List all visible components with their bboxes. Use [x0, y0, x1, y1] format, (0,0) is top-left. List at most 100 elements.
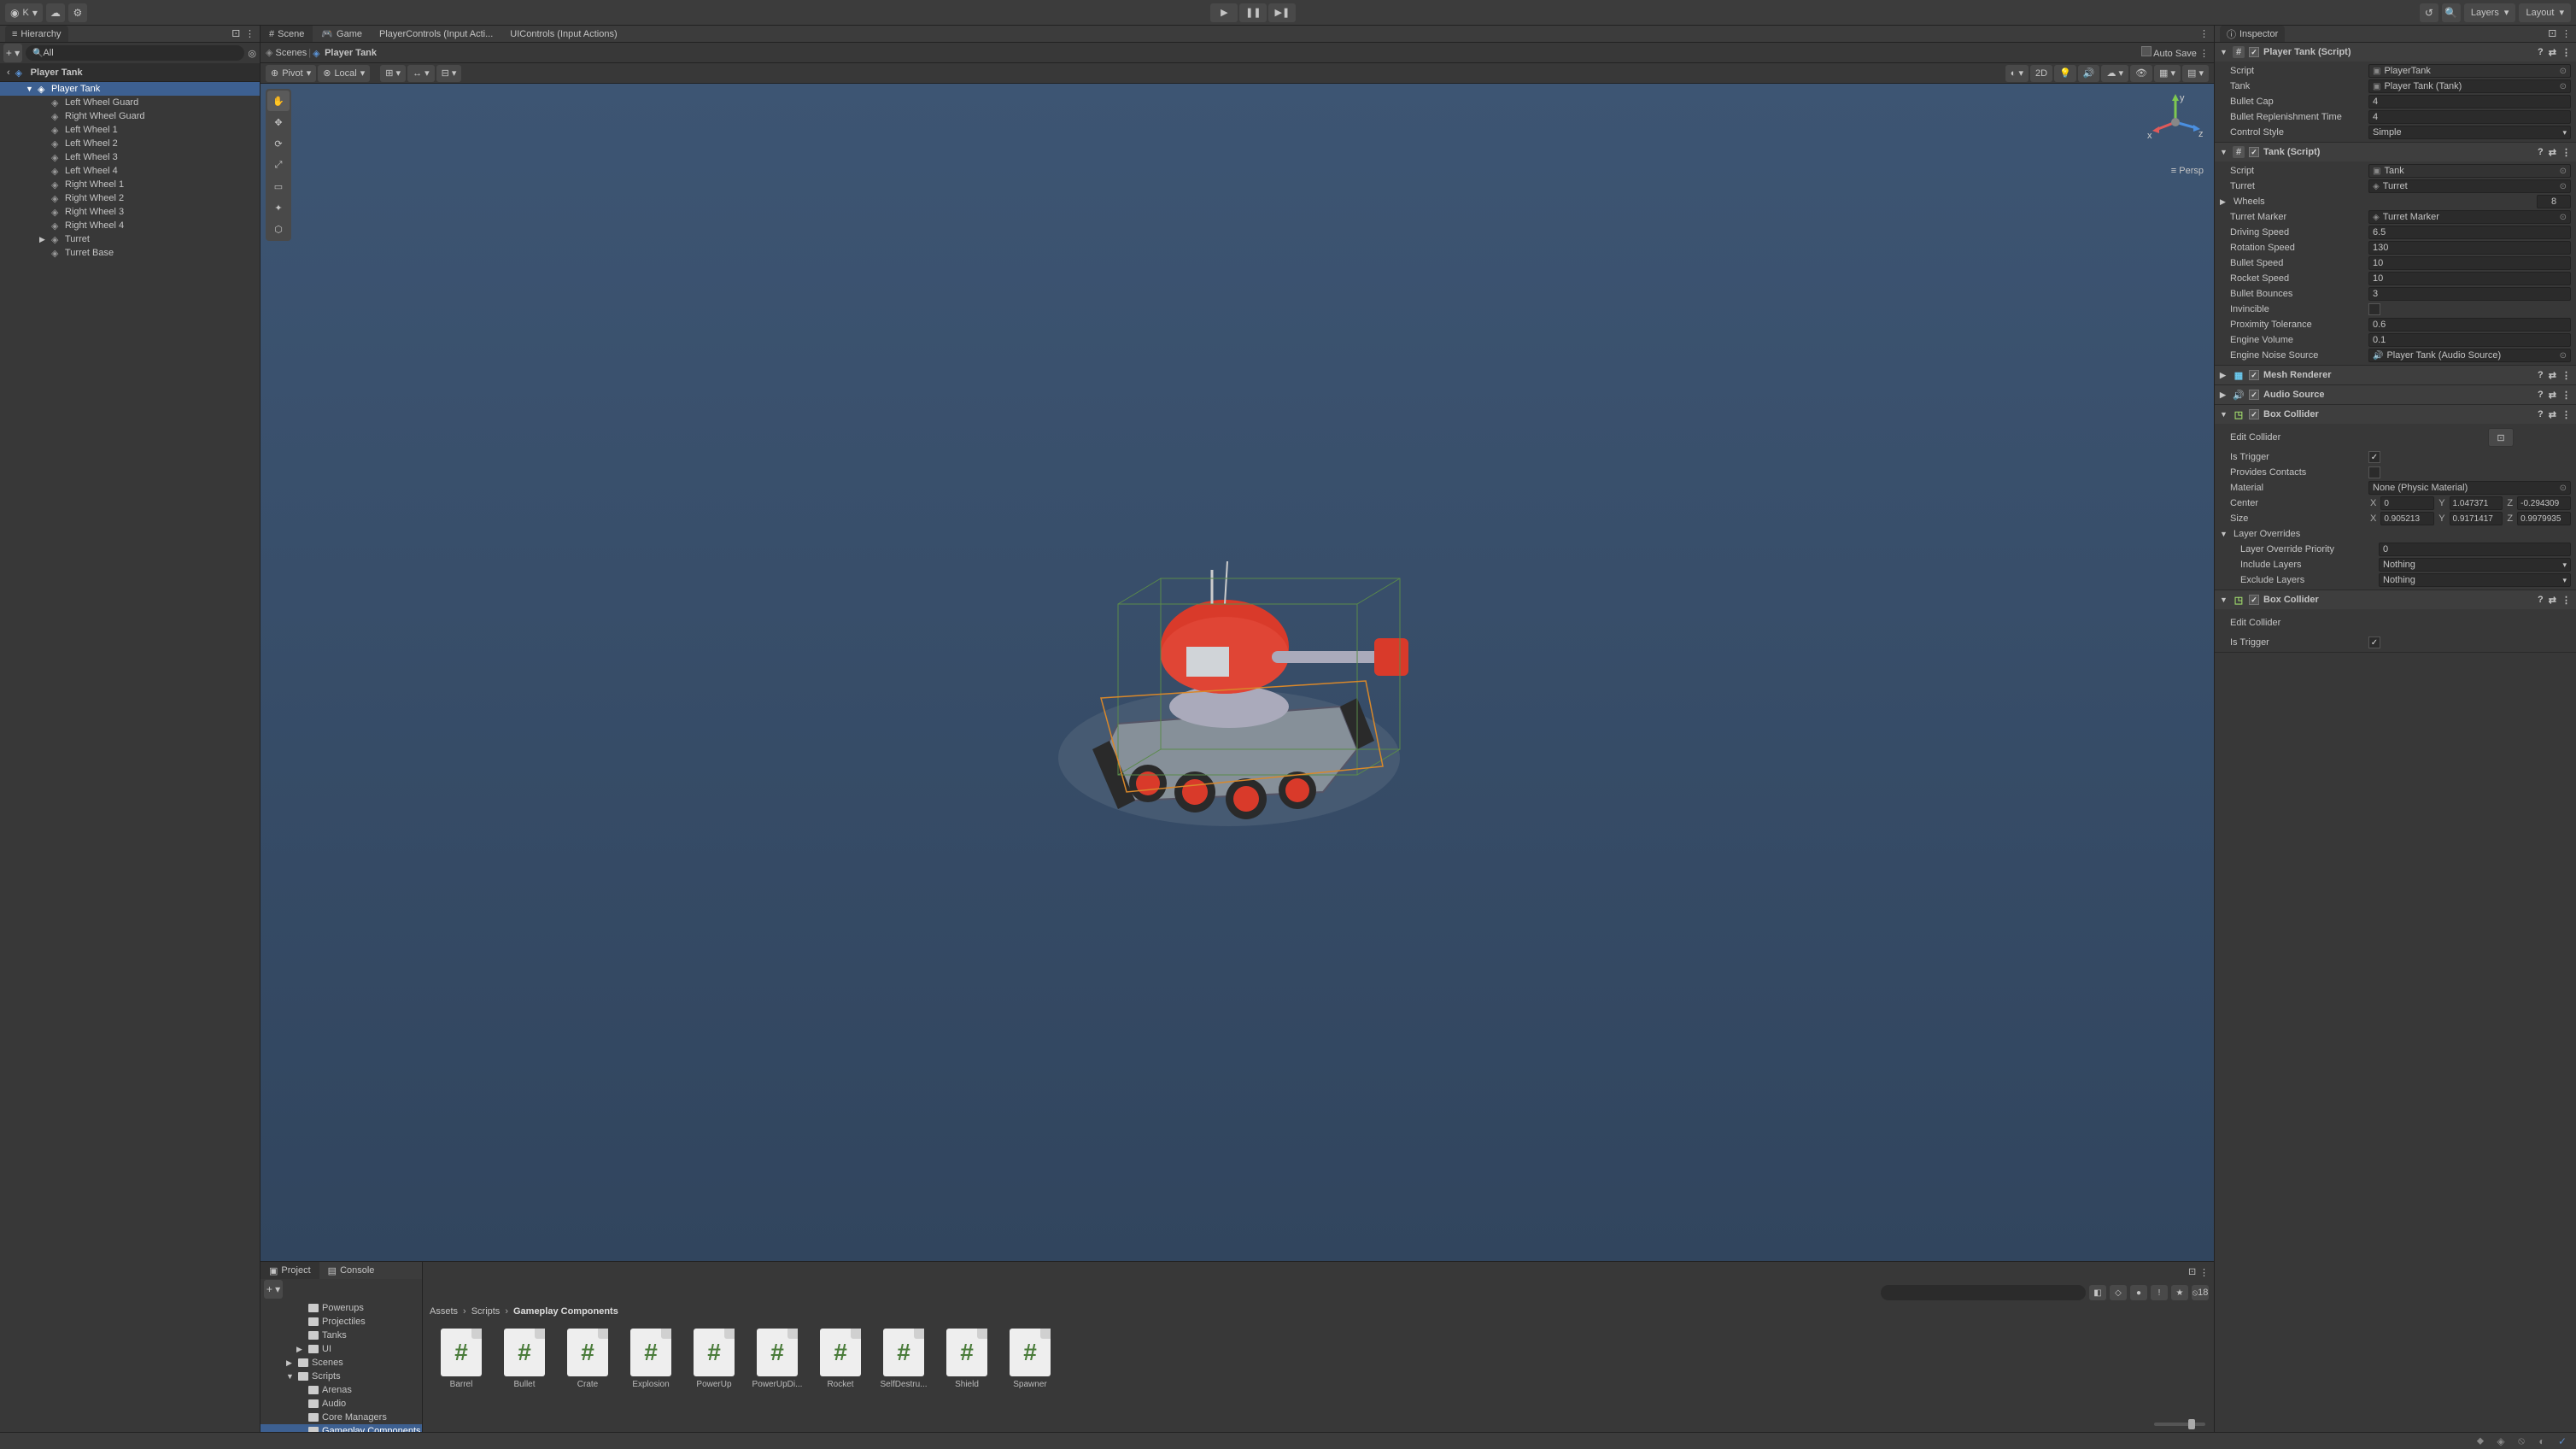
x-field[interactable]: 0 [2380, 496, 2434, 510]
layer-dropdown[interactable]: Nothing [2379, 573, 2571, 587]
activity-icon[interactable]: ◈ [2494, 1434, 2508, 1448]
number-field[interactable]: 6.5 [2368, 226, 2571, 239]
preset-icon[interactable]: ⇄ [2549, 390, 2556, 401]
search-by-label-icon[interactable]: ◇ [2110, 1285, 2127, 1300]
checkbox[interactable] [2368, 466, 2380, 478]
bug-icon[interactable]: ⬥ [2474, 1434, 2487, 1448]
scale-tool[interactable]: ⤢ [267, 155, 290, 175]
hierarchy-item[interactable]: ◈Left Wheel Guard [0, 96, 260, 109]
project-search[interactable] [1881, 1285, 2086, 1300]
tab-game[interactable]: 🎮 Game [313, 26, 371, 42]
hidden-toggle[interactable]: 👁 [2130, 65, 2152, 82]
crumb[interactable]: Assets [430, 1306, 458, 1317]
fx-dropdown[interactable]: ☁ ▾ [2101, 65, 2128, 82]
layout-dropdown[interactable]: Layout ▾ [2519, 3, 2571, 22]
menu-icon[interactable]: ⋮ [2561, 370, 2571, 381]
checkbox[interactable] [2368, 637, 2380, 648]
number-field[interactable]: 10 [2368, 256, 2571, 270]
undo-history-icon[interactable]: ↺ [2420, 3, 2438, 22]
perspective-label[interactable]: ≡ Persp [2171, 166, 2204, 176]
camera-dropdown[interactable]: ▦ ▾ [2154, 65, 2181, 82]
hierarchy-search[interactable]: 🔍 All [26, 45, 244, 61]
tab-console[interactable]: ▤ Console [319, 1262, 383, 1279]
z-field[interactable]: -0.294309 [2517, 496, 2571, 510]
asset-item[interactable]: #Crate [566, 1329, 609, 1389]
hierarchy-item[interactable]: ◈Right Wheel Guard [0, 109, 260, 123]
panel-menu-icon[interactable]: ⋮ [2199, 49, 2209, 59]
x-field[interactable]: 0.905213 [2380, 512, 2434, 525]
gizmos-dropdown[interactable]: ▤ ▾ [2182, 65, 2209, 82]
cache-icon[interactable]: ⦸ [2515, 1434, 2528, 1448]
2d-toggle[interactable]: 2D [2030, 65, 2052, 82]
project-folder[interactable]: ▶Scenes [261, 1356, 422, 1370]
foldout-icon[interactable]: ▼ [2220, 530, 2228, 538]
hierarchy-item[interactable]: ◈Right Wheel 1 [0, 178, 260, 191]
preset-icon[interactable]: ⇄ [2549, 370, 2556, 381]
help-icon[interactable]: ? [2538, 595, 2544, 606]
panel-menu-icon[interactable]: ⋮ [2194, 28, 2214, 39]
menu-icon[interactable]: ⋮ [2561, 595, 2571, 606]
grid-snap-dropdown[interactable]: ⊞ ▾ [380, 65, 406, 82]
hierarchy-item[interactable]: ◈Left Wheel 4 [0, 164, 260, 178]
checkbox[interactable] [2368, 303, 2380, 315]
menu-icon[interactable]: ⋮ [2561, 409, 2571, 420]
hierarchy-item[interactable]: ◈Right Wheel 2 [0, 191, 260, 205]
project-create-dropdown[interactable]: + ▾ [264, 1280, 283, 1299]
preset-icon[interactable]: ⇄ [2549, 595, 2556, 606]
progress-icon[interactable]: ◐ [2535, 1434, 2549, 1448]
checkbox[interactable] [2368, 451, 2380, 463]
help-icon[interactable]: ? [2538, 409, 2544, 420]
number-field[interactable]: 4 [2368, 95, 2571, 109]
favorite-icon[interactable]: ★ [2171, 1285, 2188, 1300]
tab-uicontrols[interactable]: UIControls (Input Actions) [501, 26, 625, 42]
custom-tool[interactable]: ⬡ [267, 219, 290, 239]
object-field[interactable]: 🔊Player Tank (Audio Source)⊙ [2368, 349, 2571, 362]
asset-item[interactable]: #Explosion [629, 1329, 672, 1389]
asset-item[interactable]: #PowerUp [693, 1329, 735, 1389]
component-enabled-checkbox[interactable] [2249, 409, 2259, 419]
foldout-icon[interactable]: ▶ [2220, 197, 2228, 207]
tab-playercontrols[interactable]: PlayerControls (Input Acti... [371, 26, 501, 42]
help-icon[interactable]: ? [2538, 390, 2544, 401]
help-icon[interactable]: ? [2538, 147, 2544, 158]
y-field[interactable]: 0.9171417 [2450, 512, 2503, 525]
foldout-icon[interactable]: ▼ [2220, 410, 2228, 419]
transform-tool[interactable]: ✦ [267, 197, 290, 218]
tab-project[interactable]: ▣ Project [261, 1262, 319, 1279]
panel-menu-icon[interactable]: ⋮ [245, 28, 255, 39]
prefab-crumb[interactable]: Player Tank [325, 48, 377, 58]
view-tool[interactable]: ✋ [267, 91, 290, 111]
local-dropdown[interactable]: ⊗ Local ▾ [318, 65, 370, 82]
foldout-icon[interactable]: ▼ [2220, 148, 2228, 156]
lighting-toggle[interactable]: 💡 [2054, 65, 2076, 82]
script-field[interactable]: ▣PlayerTank⊙ [2368, 64, 2571, 78]
asset-item[interactable]: #PowerUpDi... [756, 1329, 799, 1389]
save-search-icon[interactable]: ● [2130, 1285, 2147, 1300]
step-button[interactable]: ▶❚ [1268, 3, 1296, 22]
number-field[interactable]: 10 [2368, 272, 2571, 285]
panel-menu-icon[interactable]: ⋮ [2561, 28, 2571, 39]
global-search-icon[interactable]: 🔍 [2442, 3, 2461, 22]
object-field[interactable]: ◈Turret Marker⊙ [2368, 210, 2571, 224]
asset-item[interactable]: #Rocket [819, 1329, 862, 1389]
lock-icon[interactable]: ⚀ [2548, 28, 2556, 39]
component-enabled-checkbox[interactable] [2249, 370, 2259, 380]
account-dropdown[interactable]: ◉ K ▾ [5, 3, 43, 22]
help-icon[interactable]: ? [2538, 370, 2544, 381]
object-field[interactable]: ▣Player Tank (Tank)⊙ [2368, 79, 2571, 93]
asset-item[interactable]: #Shield [946, 1329, 988, 1389]
object-field[interactable]: None (Physic Material)⊙ [2368, 481, 2571, 495]
object-field[interactable]: ◈Turret⊙ [2368, 179, 2571, 193]
asset-item[interactable]: #Bullet [503, 1329, 546, 1389]
hierarchy-item[interactable]: ◈Left Wheel 2 [0, 137, 260, 150]
edit-collider-button[interactable]: ⊡ [2488, 428, 2514, 447]
create-dropdown[interactable]: + ▾ [3, 44, 22, 62]
project-folder[interactable]: ▶UI [261, 1342, 422, 1356]
snap-increment-dropdown[interactable]: ↔ ▾ [407, 65, 435, 82]
hierarchy-item[interactable]: ▼◈Player Tank [0, 82, 260, 96]
search-by-type-icon[interactable]: ◧ [2089, 1285, 2106, 1300]
project-folder[interactable]: Powerups [261, 1301, 422, 1315]
rotate-tool[interactable]: ⟳ [267, 133, 290, 154]
prefab-header[interactable]: ‹◈Player Tank [0, 63, 260, 82]
menu-icon[interactable]: ⋮ [2561, 390, 2571, 401]
